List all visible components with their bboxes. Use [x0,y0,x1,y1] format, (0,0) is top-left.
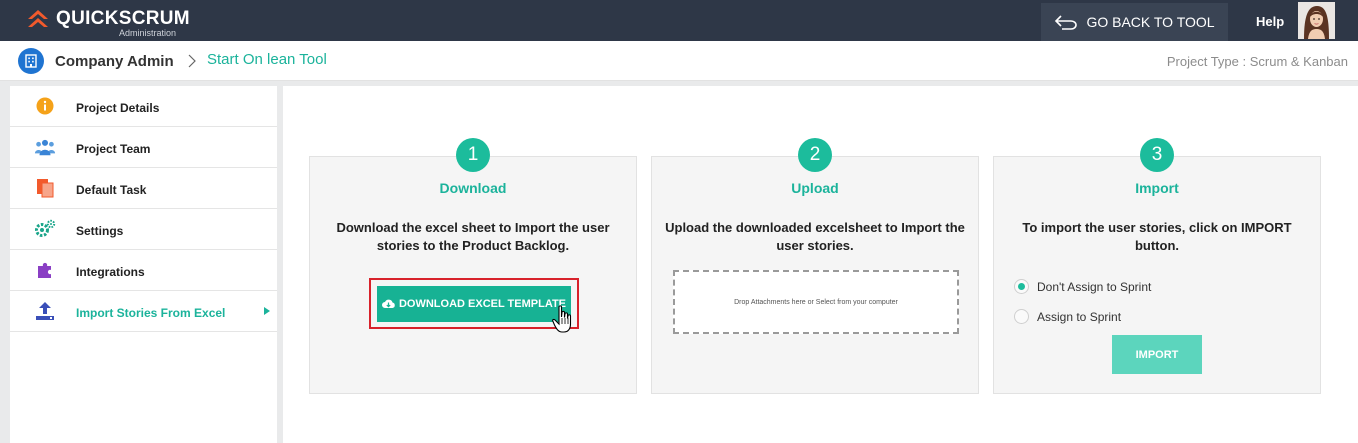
building-icon [18,48,44,74]
radio-label: Assign to Sprint [1037,309,1122,324]
file-drop-zone[interactable]: Drop Attachments here or Select from you… [673,270,959,334]
info-icon [34,96,56,116]
sidebar-item-default-task[interactable]: Default Task [10,168,277,209]
user-avatar[interactable] [1298,2,1335,39]
radio-label: Don't Assign to Sprint [1037,279,1152,294]
download-excel-template-button[interactable]: DOWNLOAD EXCEL TEMPLATE [377,286,571,322]
caret-right-icon [264,307,270,315]
team-icon [34,137,56,157]
sidebar-item-settings[interactable]: Settings [10,209,277,250]
step-number-badge: 1 [456,138,490,172]
breadcrumb-company[interactable]: Company Admin [55,53,174,70]
import-button[interactable]: IMPORT [1112,335,1202,374]
go-back-label: GO BACK TO TOOL [1086,14,1215,30]
radio-button[interactable] [1014,309,1029,324]
cloud-download-icon [381,299,395,308]
dropzone-text: Drop Attachments here or Select from you… [734,298,898,306]
highlight-outline: DOWNLOAD EXCEL TEMPLATE [369,278,579,329]
breadcrumb-current: Start On lean Tool [207,51,327,68]
sidebar-item-project-team[interactable]: Project Team [10,127,277,168]
sidebar: Project Details Project Team Default Tas… [10,86,277,443]
top-bar: QUICKSCRUM Administration GO BACK TO TOO… [0,0,1358,41]
step-title: Import [1135,180,1179,196]
radio-dont-assign-sprint[interactable]: Don't Assign to Sprint [1014,279,1151,294]
import-step-card: 3 Import To import the user stories, cli… [993,138,1321,394]
sidebar-item-label: Import Stories From Excel [76,306,226,320]
hand-cursor-icon [552,305,572,333]
step-title: Download [439,180,507,196]
go-back-to-tool-button[interactable]: GO BACK TO TOOL [1041,3,1228,41]
document-icon [34,178,56,198]
upload-icon [34,301,56,321]
step-description: Upload the downloaded excelsheet to Impo… [665,220,965,253]
step-number-badge: 2 [798,138,832,172]
sidebar-item-label: Default Task [76,183,147,197]
project-type-label: Project Type : Scrum & Kanban [1166,54,1348,69]
radio-assign-sprint[interactable]: Assign to Sprint [1014,309,1121,324]
puzzle-icon [34,260,56,280]
gear-icon [34,219,56,239]
download-button-label: DOWNLOAD EXCEL TEMPLATE [398,298,567,310]
step-title: Upload [791,180,839,196]
radio-button[interactable] [1014,279,1029,294]
breadcrumb: Company Admin Start On lean Tool Project… [0,41,1358,81]
undo-arrow-icon [1055,15,1078,30]
step-description: Download the excel sheet to Import the u… [336,220,610,253]
sidebar-item-project-details[interactable]: Project Details [10,86,277,127]
step-number-badge: 3 [1140,138,1174,172]
sidebar-item-integrations[interactable]: Integrations [10,250,277,291]
step-description: To import the user stories, click on IMP… [1022,220,1292,253]
sidebar-item-label: Project Team [76,142,151,156]
logo-chevron-icon [28,10,48,27]
sidebar-item-label: Project Details [76,101,160,115]
logo-text: QUICKSCRUM [56,8,190,29]
logo-subtitle: Administration [119,28,177,38]
chevron-right-icon [188,54,196,68]
download-step-card: 1 Download Download the excel sheet to I… [309,138,637,394]
upload-step-card: 2 Upload Upload the downloaded excelshee… [651,138,979,394]
sidebar-item-label: Settings [76,224,124,238]
help-link[interactable]: Help [1256,14,1284,29]
sidebar-item-import-stories[interactable]: Import Stories From Excel [10,291,277,332]
main-panel: 1 Download Download the excel sheet to I… [283,86,1358,443]
sidebar-item-label: Integrations [76,265,145,279]
